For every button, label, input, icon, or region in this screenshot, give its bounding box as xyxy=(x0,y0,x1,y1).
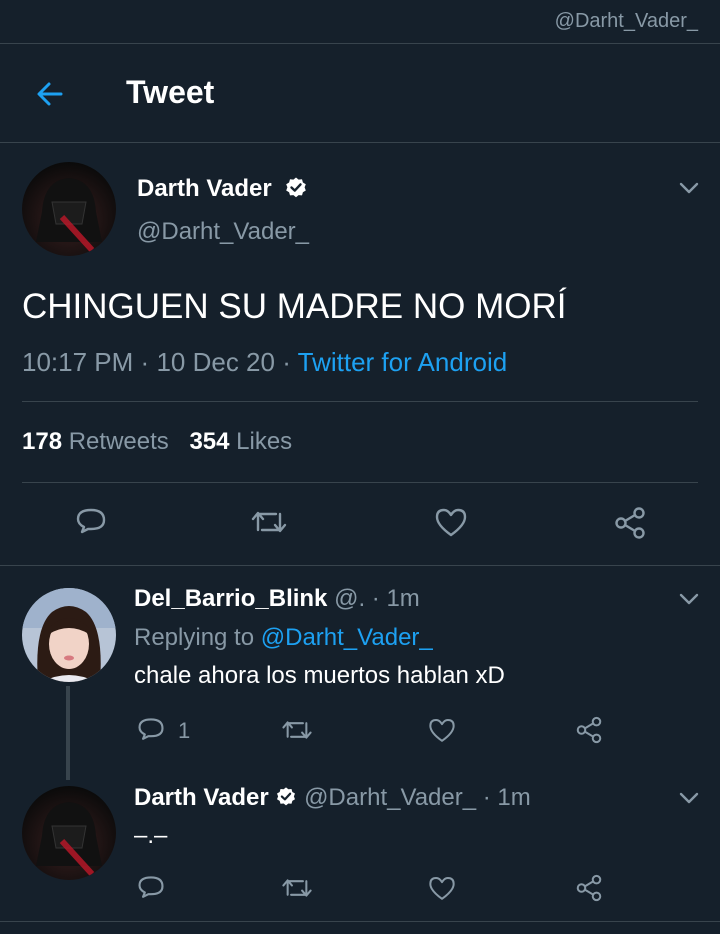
tweet-time: 10:17 PM xyxy=(22,347,134,377)
reply-separator: · xyxy=(482,784,491,811)
like-heart-icon[interactable] xyxy=(427,873,457,903)
retweet-icon[interactable] xyxy=(280,873,314,903)
reply-icon[interactable] xyxy=(136,873,166,903)
meta-divider xyxy=(22,401,698,402)
tweet-text: CHINGUEN SU MADRE NO MORÍ xyxy=(22,287,567,326)
reply-time: 1m xyxy=(497,784,531,811)
share-icon[interactable] xyxy=(612,505,648,541)
share-icon[interactable] xyxy=(574,873,604,903)
reply-author-name[interactable]: Darth Vader xyxy=(134,784,269,811)
retweets-count: 178 xyxy=(22,428,63,455)
verified-badge-icon xyxy=(286,177,307,197)
reply-text: chale ahora los muertos hablan xD xyxy=(134,662,505,689)
reply-count: 1 xyxy=(178,718,191,743)
replying-to-label: Replying to xyxy=(134,624,255,651)
reply-author-handle[interactable]: @. xyxy=(334,585,365,612)
reply-time: 1m xyxy=(386,585,420,612)
replying-to-link[interactable]: @Darht_Vader_ xyxy=(261,624,433,651)
reply-author-handle[interactable]: @Darht_Vader_ xyxy=(304,784,476,811)
stats-divider xyxy=(22,482,698,483)
chevron-down-icon[interactable] xyxy=(678,787,700,809)
reply-separator: · xyxy=(371,585,380,612)
thread-line xyxy=(66,686,70,780)
like-heart-icon[interactable] xyxy=(433,505,469,539)
avatar[interactable] xyxy=(22,786,116,880)
likes-label: Likes xyxy=(236,428,293,455)
top-divider xyxy=(0,43,720,44)
reply-icon[interactable] xyxy=(74,505,108,539)
avatar[interactable] xyxy=(22,162,116,256)
tweet-meta: 10:17 PM · 10 Dec 20 · Twitter for Andro… xyxy=(22,347,507,378)
likes-count: 354 xyxy=(189,428,230,455)
verified-badge-icon xyxy=(277,787,296,806)
tweet-bottom-divider xyxy=(0,565,720,566)
reply-icon[interactable] xyxy=(136,715,166,745)
reply-author-name[interactable]: Del_Barrio_Blink xyxy=(134,585,327,612)
replying-to: Replying to @Darht_Vader_ xyxy=(134,624,433,652)
retweets-label: Retweets xyxy=(68,428,169,455)
retweet-icon[interactable] xyxy=(249,505,289,539)
reply-text: –.– xyxy=(134,822,168,849)
chevron-down-icon[interactable] xyxy=(678,177,700,199)
share-icon[interactable] xyxy=(574,715,604,745)
author-handle[interactable]: @Darht_Vader_ xyxy=(137,218,309,246)
meta-separator: · xyxy=(282,347,291,377)
meta-separator: · xyxy=(140,347,150,377)
tweet-date: 10 Dec 20 xyxy=(156,347,275,377)
chevron-down-icon[interactable] xyxy=(678,588,700,610)
page-title: Tweet xyxy=(126,74,215,110)
tweet-source-link[interactable]: Twitter for Android xyxy=(298,347,508,377)
watermark-handle: @Darht_Vader_ xyxy=(554,10,698,32)
avatar[interactable] xyxy=(22,588,116,682)
like-heart-icon[interactable] xyxy=(427,715,457,745)
arrow-left-icon[interactable] xyxy=(34,78,66,110)
tweet-stats: 178 Retweets 354 Likes xyxy=(22,428,292,456)
tweet-author-row: Darth Vader xyxy=(137,175,308,203)
header-divider xyxy=(0,142,720,143)
reply-header: Del_Barrio_Blink @. · 1m xyxy=(134,585,420,613)
likes-stat[interactable]: 354 Likes xyxy=(189,428,292,455)
reply-bottom-divider xyxy=(0,921,720,922)
reply-header: Darth Vader @Darht_Vader_ · 1m xyxy=(134,784,531,812)
retweet-icon[interactable] xyxy=(280,715,314,745)
author-name[interactable]: Darth Vader xyxy=(137,175,272,202)
retweets-stat[interactable]: 178 Retweets xyxy=(22,428,175,455)
